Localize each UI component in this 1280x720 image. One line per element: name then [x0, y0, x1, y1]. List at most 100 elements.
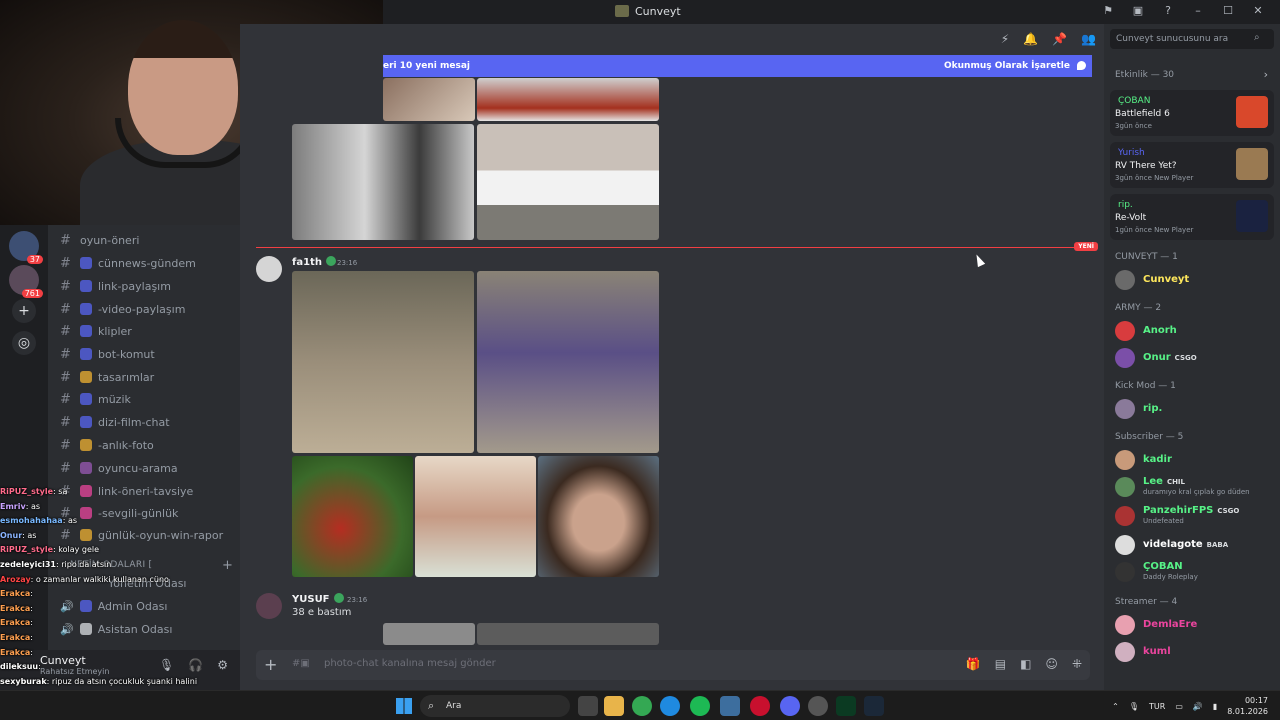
member-name: DemlaEre: [1143, 619, 1198, 630]
taskbar-search[interactable]: ⌕ Ara: [420, 695, 570, 717]
guild-tag: CHIL: [1166, 478, 1185, 486]
settings-icon[interactable]: [720, 696, 740, 716]
avatar: [1115, 535, 1135, 555]
member-name: ÇOBAN: [1143, 561, 1183, 572]
minimize-button[interactable]: –: [1188, 4, 1208, 17]
photo-attachment[interactable]: [292, 271, 474, 453]
channel-item[interactable]: # -anlık-foto: [60, 435, 154, 455]
mark-as-read-button[interactable]: Okunmuş Olarak İşaretle: [944, 61, 1086, 71]
bell-icon[interactable]: 🔔: [1023, 32, 1038, 46]
event-user: ÇOBAN: [1118, 96, 1151, 106]
network-icon[interactable]: ▭: [1175, 702, 1183, 711]
gift-icon[interactable]: 🎁: [966, 657, 981, 671]
channel-item[interactable]: # dizi-film-chat: [60, 412, 170, 432]
mic-tray-icon[interactable]: 🎙: [1129, 702, 1139, 711]
member-name: rip.: [1143, 403, 1163, 414]
channel-item[interactable]: # oyun-öneri: [60, 230, 139, 250]
attach-plus-icon[interactable]: +: [264, 655, 277, 674]
terminal-icon[interactable]: [836, 696, 856, 716]
spotify-icon[interactable]: [690, 696, 710, 716]
member-row[interactable]: DemlaEre: [1115, 613, 1275, 637]
event-card[interactable]: rip. Re-Volt 1gün önce New Player: [1110, 194, 1274, 240]
clock[interactable]: 00:17 8.01.2026: [1227, 695, 1268, 717]
server-icon[interactable]: 761: [9, 265, 43, 298]
avatar: [1115, 477, 1135, 497]
language-indicator[interactable]: TUR: [1149, 702, 1165, 711]
avatar[interactable]: [256, 593, 282, 619]
threads-icon[interactable]: ⚡: [1001, 32, 1009, 46]
photo-attachment[interactable]: [477, 271, 659, 453]
composer-placeholder[interactable]: photo-chat kanalına mesaj gönder: [324, 658, 496, 669]
chrome-icon[interactable]: [632, 696, 652, 716]
server-icon[interactable]: 37: [9, 231, 43, 264]
photo-attachment[interactable]: [383, 78, 475, 121]
windows-start-icon[interactable]: [396, 698, 412, 714]
photo-attachment[interactable]: [292, 456, 413, 577]
apps-icon[interactable]: ⁜: [1072, 657, 1082, 671]
channel-item[interactable]: # oyuncu-arama: [60, 458, 178, 478]
member-row[interactable]: Lee CHIL duramıyo kral çıplak go düden: [1115, 475, 1275, 499]
member-sidebar: ⌕ Etkinlik — 30 › ÇOBAN Battlefield 6 3gün…: [1104, 24, 1280, 690]
member-row[interactable]: ÇOBAN Daddy Roleplay: [1115, 560, 1275, 584]
channel-item[interactable]: # link-paylaşım: [60, 276, 171, 296]
video-icon: [80, 303, 92, 315]
channel-item[interactable]: # klipler: [60, 321, 132, 341]
channel-item[interactable]: # bot-komut: [60, 344, 155, 364]
message-composer[interactable]: + #▣ photo-chat kanalına mesaj gönder 🎁 …: [256, 650, 1090, 680]
new-messages-bar[interactable]: eri 10 yeni mesaj Okunmuş Olarak İşaretl…: [383, 55, 1092, 77]
member-row[interactable]: kadir: [1115, 448, 1275, 472]
member-name: kuml: [1143, 646, 1171, 657]
volume-icon[interactable]: 🔊: [1193, 702, 1203, 711]
steam-icon[interactable]: [864, 696, 884, 716]
chevron-up-icon[interactable]: ⌃: [1112, 702, 1119, 711]
discover-icon[interactable]: ◎: [12, 331, 36, 355]
photo-attachment[interactable]: [415, 456, 536, 577]
photo-attachment[interactable]: [383, 623, 475, 645]
opera-icon[interactable]: [750, 696, 770, 716]
member-row[interactable]: Onur CSGO: [1115, 346, 1275, 370]
pin-icon[interactable]: 📌: [1052, 32, 1067, 46]
photo-attachment[interactable]: [477, 623, 659, 645]
edge-icon[interactable]: [660, 696, 680, 716]
channel-item[interactable]: # müzik: [60, 389, 131, 409]
add-server-icon[interactable]: +: [12, 299, 36, 323]
member-row[interactable]: Anorh: [1115, 319, 1275, 343]
member-row[interactable]: videlagote BABA: [1115, 533, 1275, 557]
close-button[interactable]: ✕: [1248, 4, 1268, 17]
emoji-icon[interactable]: ☺: [1045, 657, 1058, 671]
photo-attachment[interactable]: [477, 124, 659, 240]
photo-attachment[interactable]: [538, 456, 659, 577]
obs-icon[interactable]: [808, 696, 828, 716]
member-row[interactable]: Cunveyt: [1115, 268, 1275, 292]
member-name: Anorh: [1143, 325, 1177, 336]
member-row[interactable]: rip.: [1115, 397, 1275, 421]
explorer-icon[interactable]: [604, 696, 624, 716]
message-author[interactable]: fa1th: [292, 256, 336, 268]
message-author[interactable]: YUSUF: [292, 593, 344, 605]
photo-attachment[interactable]: [477, 78, 659, 121]
chat-text: :: [38, 662, 41, 672]
verified-icon: [333, 593, 344, 603]
taskview-icon[interactable]: [578, 696, 598, 716]
help-icon[interactable]: ?: [1158, 4, 1178, 17]
avatar[interactable]: [256, 256, 282, 282]
members-icon[interactable]: 👥: [1081, 32, 1096, 46]
screen-icon[interactable]: ▣: [1128, 4, 1148, 17]
channel-item[interactable]: # cünnews-gündem: [60, 253, 196, 273]
channel-item[interactable]: # tasarımlar: [60, 367, 154, 387]
chevron-right-icon[interactable]: ›: [1264, 68, 1268, 81]
battery-icon[interactable]: ▮: [1213, 702, 1217, 711]
avatar: [1115, 321, 1135, 341]
server-search-input[interactable]: [1110, 29, 1274, 49]
channel-item[interactable]: # -video-paylaşım: [60, 299, 185, 319]
gif-icon[interactable]: ▤: [995, 657, 1006, 671]
discord-icon[interactable]: [780, 696, 800, 716]
inbox-icon[interactable]: ⚑: [1098, 4, 1118, 17]
maximize-button[interactable]: ☐: [1218, 4, 1238, 17]
member-row[interactable]: kuml: [1115, 640, 1275, 664]
photo-attachment[interactable]: [292, 124, 474, 240]
member-row[interactable]: PanzehirFPS CSGO Undefeated: [1115, 504, 1275, 528]
event-card[interactable]: ÇOBAN Battlefield 6 3gün önce: [1110, 90, 1274, 136]
event-card[interactable]: Yurish RV There Yet? 3gün önce New Player: [1110, 142, 1274, 188]
sticker-icon[interactable]: ◧: [1020, 657, 1031, 671]
